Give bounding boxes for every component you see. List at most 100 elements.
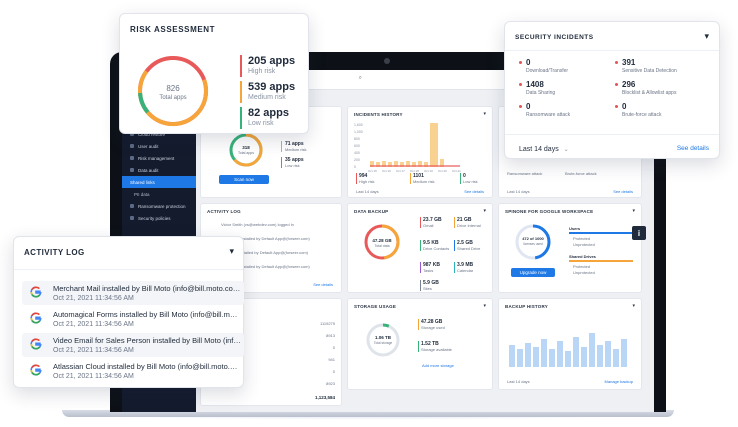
risk-mini-medium-label: Medium risk (285, 147, 307, 152)
mini-incidents-see-details-link[interactable]: See details (613, 189, 633, 194)
google-icon (30, 312, 42, 324)
gws-legend: Protected (573, 264, 591, 269)
chevron-down-icon[interactable]: ▾ (483, 111, 486, 117)
sidebar-item[interactable]: Risk management (122, 152, 196, 164)
activity-row-time: Oct 21, 2021 11:34:56 AM (53, 321, 134, 328)
incidents-high: 994 High risk (356, 173, 375, 184)
sidebar-item-label: Data audit (138, 167, 159, 173)
activity-mini-title: ACTIVITY LOG (207, 209, 241, 214)
table-value: 1119279 (320, 321, 335, 326)
storage-available-label: Storage available (421, 347, 452, 352)
period-selector-label: Last 14 days (519, 146, 559, 153)
backup-item-label: Drive Internal (457, 223, 481, 228)
backup-item-label: Calendar (457, 268, 474, 273)
divider (14, 269, 243, 270)
risk-mini-total-label: Total apps (238, 151, 254, 155)
sidebar-icon (130, 204, 134, 208)
y-tick: 1,000 (354, 130, 363, 134)
sidebar-item-label: Ransomware protection (138, 203, 186, 209)
sidebar-item[interactable]: User audit (122, 140, 196, 152)
activity-row[interactable]: Merchant Mail installed by Bill Moto (in… (22, 281, 244, 305)
see-details-link[interactable]: See details (677, 145, 709, 152)
activity-row[interactable]: Video Email for Sales Person installed b… (22, 333, 244, 357)
incident-item: 0 Brute-force attack (615, 102, 705, 119)
camera-icon (384, 58, 390, 64)
incident-value: 391 (615, 58, 705, 68)
activity-row-time: Oct 21, 2021 11:34:56 AM (53, 347, 134, 354)
y-tick: 800 (354, 137, 360, 141)
incident-value: 0 (519, 58, 609, 68)
activity-row-time: Oct 21, 2021 11:34:56 AM (53, 373, 134, 380)
divider (505, 50, 719, 51)
risk-low: 82 apps Low risk (240, 107, 289, 129)
backup-item: 3.9 MB Calendar (454, 262, 473, 273)
incident-label: Blocklist & Allowlist apps (622, 90, 677, 96)
period-selector[interactable]: Last 14 days ⌄ (519, 146, 569, 153)
chevron-down-icon[interactable]: ▾ (229, 246, 234, 257)
x-tick: Oct 17 (396, 169, 405, 173)
risk-mini-total: 318 (242, 145, 250, 150)
activity-row-text: Video Email for Sales Person installed b… (53, 336, 241, 345)
activity-see-details-link[interactable]: See details (313, 282, 333, 287)
info-icon[interactable]: i (632, 226, 646, 240)
incident-item: 296 Blocklist & Allowlist apps (615, 80, 705, 97)
chevron-down-icon: ⌄ (563, 147, 569, 153)
sidebar-item[interactable]: Ransomware protection (122, 200, 196, 212)
search-icon[interactable]: ⌕ (312, 75, 362, 85)
gws-shared-label: Shared Drives (569, 254, 596, 259)
add-more-storage-link[interactable]: Add more storage (422, 363, 454, 368)
backup-item: 2.5 GB Shared Drive (454, 240, 480, 251)
backup-history-chart (509, 333, 627, 367)
incidents-period[interactable]: Last 14 days (356, 189, 379, 194)
incidents-see-details-link[interactable]: See details (464, 189, 484, 194)
risk-total-value: 826 (166, 84, 180, 93)
incidents-history-chart: 1,600 1,000 800 600 400 200 0 Oct 15 Oct… (354, 123, 461, 173)
sidebar-item-label: PII data (134, 191, 150, 197)
chevron-down-icon[interactable]: ▾ (483, 303, 486, 309)
backup-item: 987 KB Tasks (420, 262, 440, 273)
storage-title: STORAGE USAGE (354, 304, 397, 309)
incident-label: Data Sharing (526, 90, 556, 96)
risk-high-label: High risk (248, 68, 276, 75)
mini-incidents-period[interactable]: Last 14 days (507, 189, 530, 194)
backup-item: 5.9 GB Sites (420, 280, 439, 291)
sidebar-item-label: Security policies (138, 215, 171, 221)
incident-item: 0 Ransomware attack (519, 102, 609, 119)
mini-incidents-label: Brute-force attack (565, 171, 597, 176)
upgrade-now-button[interactable]: Upgrade now (511, 268, 555, 277)
backup-item-label: Tasks (423, 268, 434, 273)
sidebar-item[interactable]: PII data (122, 188, 196, 200)
table-value: 8913 (326, 333, 335, 338)
backup-history-period[interactable]: Last 14 days (507, 379, 530, 384)
chevron-down-icon[interactable]: ▾ (483, 208, 486, 214)
sidebar-item-label: Risk management (138, 155, 175, 161)
chevron-down-icon[interactable]: ▾ (632, 208, 635, 214)
risk-medium-label: Medium risk (248, 94, 286, 101)
sidebar-item[interactable]: Data audit (122, 164, 196, 176)
table-value: 8923 (326, 381, 335, 386)
activity-row[interactable]: Atlassian Cloud installed by Bill Moto (… (22, 359, 244, 383)
sidebar-item[interactable]: Security policies (122, 212, 196, 224)
storage-used: 47.28 GB Storage used (418, 319, 445, 330)
chevron-down-icon[interactable]: ▾ (704, 31, 709, 42)
gws-title: SPINONE FOR GOOGLE WORKSPACE (505, 209, 594, 214)
risk-mini-low: 35 apps Low risk (281, 157, 304, 168)
gws-legend: Unprotected (573, 270, 595, 275)
scan-now-button[interactable]: Scan now (219, 175, 269, 184)
sidebar-icon (130, 156, 134, 160)
sidebar-item-label: User audit (138, 143, 159, 149)
incident-item: 0 Download/Transfer (519, 58, 609, 75)
x-tick: Oct 20 (438, 169, 447, 173)
storage-gauge-value: 1.06 TB (374, 335, 391, 340)
backup-item-label: Gmail (423, 223, 434, 228)
activity-row[interactable]: Automagical Forms installed by Bill Moto… (22, 307, 244, 331)
manage-backup-link[interactable]: Manage backup (605, 379, 633, 384)
risk-mini-medium: 71 apps Medium risk (281, 141, 307, 152)
storage-gauge (366, 323, 400, 357)
security-incidents-title: SECURITY INCIDENTS (515, 34, 594, 41)
sidebar-item-label: Shared links (130, 179, 155, 185)
incident-value: 1408 (519, 80, 609, 90)
chevron-down-icon[interactable]: ▾ (632, 303, 635, 309)
risk-high: 205 apps High risk (240, 55, 295, 77)
sidebar-item-active[interactable]: Shared links (122, 176, 196, 188)
